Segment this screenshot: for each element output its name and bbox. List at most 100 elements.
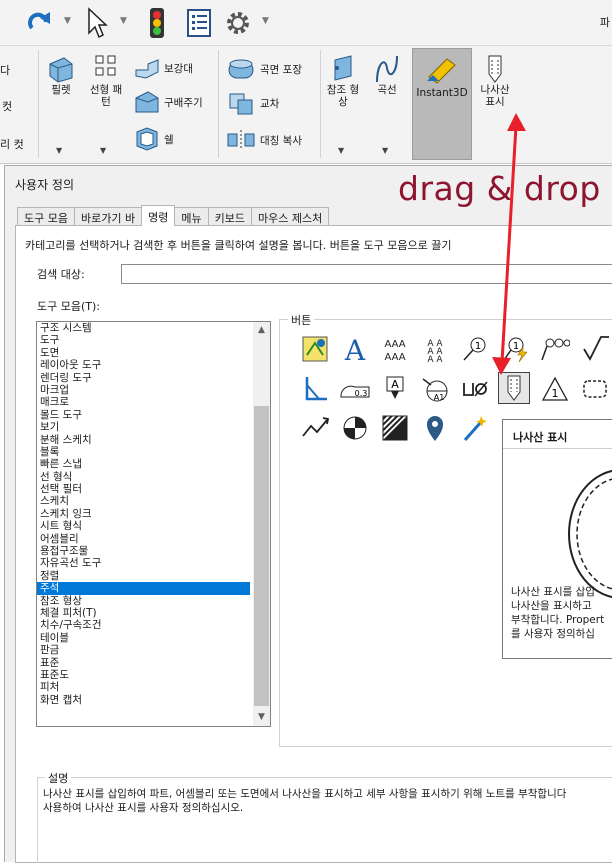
tab-mouse-gestures[interactable]: 마우스 제스처 <box>250 207 330 226</box>
rebuild-traffic-light-icon[interactable] <box>144 6 170 40</box>
surface-finish-button[interactable] <box>579 333 611 365</box>
category-list-item[interactable]: 정렬 <box>37 570 250 582</box>
category-list-item[interactable]: 레이아웃 도구 <box>37 359 250 371</box>
category-list-item[interactable]: 마크업 <box>37 384 250 396</box>
category-list-item[interactable]: 구조 시스템 <box>37 322 250 334</box>
select-pointer-icon[interactable] <box>84 6 110 40</box>
category-list-item[interactable]: 표준도 <box>37 669 250 681</box>
category-list-item[interactable]: 자유곡선 도구 <box>37 557 250 569</box>
options-dropdown-icon[interactable]: ▼ <box>262 16 269 26</box>
category-list-item[interactable]: 보기 <box>37 421 250 433</box>
category-list-item[interactable]: 선 형식 <box>37 471 250 483</box>
category-list-item[interactable]: 표준 <box>37 657 250 669</box>
weld-symbol-button[interactable]: 1 <box>539 373 571 405</box>
ribbon-partial-label-1[interactable]: 다 <box>0 62 10 78</box>
file-properties-icon[interactable] <box>184 8 214 38</box>
category-list-item[interactable]: 몰드 도구 <box>37 409 250 421</box>
svg-text:A1: A1 <box>434 393 445 402</box>
fillet-dropdown-icon[interactable]: ▼ <box>56 146 62 155</box>
rib-icon <box>135 59 159 79</box>
category-scrollbar[interactable]: ▲ ▼ <box>253 322 270 726</box>
tab-toolbars[interactable]: 도구 모음 <box>17 207 75 226</box>
category-list-item[interactable]: 피처 <box>37 681 250 693</box>
tab-keyboard[interactable]: 키보드 <box>207 207 252 226</box>
location-pin-button[interactable] <box>419 412 451 444</box>
thread-display-ribbon-button[interactable]: 나사산 표시 <box>476 54 514 108</box>
surface-wrap-button[interactable]: 곡면 포장 <box>226 56 302 82</box>
note-button[interactable]: A <box>339 333 371 365</box>
category-list-item[interactable]: 테이블 <box>37 632 250 644</box>
category-list-item[interactable]: 스케치 잉크 <box>37 508 250 520</box>
dialog-title: 사용자 정의 <box>15 178 75 192</box>
magnetic-line-button[interactable] <box>299 412 331 444</box>
reference-geometry-button[interactable]: 참조 형 상 <box>322 54 364 108</box>
category-list-item[interactable]: 빠른 스냅 <box>37 458 250 470</box>
reference-geometry-dropdown-icon[interactable]: ▼ <box>338 146 344 155</box>
datum-target-icon: 0.3 <box>340 385 370 398</box>
auto-balloon-lightning-button[interactable]: 1 <box>499 333 531 365</box>
curves-dropdown-icon[interactable]: ▼ <box>382 146 388 155</box>
svg-text:AAA: AAA <box>384 352 405 363</box>
smart-dimension-button[interactable] <box>459 412 491 444</box>
geometric-tolerance-button[interactable]: A <box>379 373 411 405</box>
linear-note-pattern-button[interactable]: AAA AAA <box>379 333 411 365</box>
category-list-item[interactable]: 도구 <box>37 334 250 346</box>
tab-shortcut-bar[interactable]: 바로가기 바 <box>73 207 143 226</box>
category-list-item[interactable]: 도면 <box>37 347 250 359</box>
scroll-down-icon[interactable]: ▼ <box>253 709 270 726</box>
rib-button[interactable]: 보강대 <box>134 56 193 80</box>
intersect-button[interactable]: 교차 <box>226 90 279 116</box>
category-list-item[interactable]: 참조 형상 <box>37 595 250 607</box>
category-list[interactable]: 구조 시스템 도구 도면 레이아웃 도구 렌더링 도구 마크업 매크로 몰드 도구 보기 분해 스… <box>36 321 271 727</box>
datum-target-symbol-button[interactable]: A1 <box>419 373 451 405</box>
category-list-item[interactable]: 치수/구속조건 <box>37 619 250 631</box>
area-hatch-button[interactable] <box>379 412 411 444</box>
circular-note-pattern-button[interactable]: A AA AA A <box>419 333 451 365</box>
category-list-item[interactable]: 어셈블리 <box>37 533 250 545</box>
note-icon: A <box>344 334 366 364</box>
datum-target-button[interactable]: 0.3 <box>339 373 371 405</box>
tab-menus[interactable]: 메뉴 <box>174 207 209 226</box>
mirror-button[interactable]: 대칭 복사 <box>226 128 302 152</box>
category-list-item[interactable]: 블록 <box>37 446 250 458</box>
category-list-item[interactable]: 시트 형식 <box>37 520 250 532</box>
select-dropdown-icon[interactable]: ▼ <box>120 16 127 26</box>
thread-display-button[interactable] <box>498 372 530 404</box>
curves-button[interactable]: 곡선 <box>368 54 406 96</box>
category-list-item[interactable]: 렌더링 도구 <box>37 372 250 384</box>
redo-icon[interactable] <box>24 8 56 38</box>
fillet-button[interactable]: 필렛 <box>44 54 78 96</box>
datum-feature-button[interactable] <box>299 373 331 405</box>
revision-cloud-button[interactable] <box>579 373 611 405</box>
ribbon-partial-label-2[interactable]: 컷 <box>2 98 12 114</box>
linear-pattern-dropdown-icon[interactable]: ▼ <box>100 146 106 155</box>
thread-display-icon <box>507 375 521 401</box>
surface-finish-icon <box>583 336 609 361</box>
search-input[interactable] <box>121 264 612 284</box>
tab-commands[interactable]: 명령 <box>141 205 176 226</box>
category-list-item[interactable]: 스케치 <box>37 495 250 507</box>
category-list-item[interactable]: 화면 캡처 <box>37 694 250 706</box>
category-list-item[interactable]: 용접구조물 <box>37 545 250 557</box>
hole-callout-button[interactable] <box>459 373 491 405</box>
category-list-item[interactable]: 판금 <box>37 644 250 656</box>
stacked-balloon-button[interactable] <box>539 333 571 365</box>
category-list-item[interactable]: 매크로 <box>37 396 250 408</box>
ribbon-partial-label-3[interactable]: 리 컷 <box>0 136 24 152</box>
scrollbar-thumb[interactable] <box>254 406 269 706</box>
category-list-item[interactable]: 주석 <box>37 582 250 595</box>
autoballoon-button[interactable] <box>299 333 331 365</box>
shell-button[interactable]: 쉘 <box>134 126 174 152</box>
instant3d-button[interactable]: Instant3D <box>412 48 472 160</box>
datum-feature-icon <box>305 377 327 401</box>
gear-icon[interactable] <box>222 8 254 38</box>
category-list-item[interactable]: 체결 피처(T) <box>37 607 250 619</box>
dome-button[interactable]: 구배주기 <box>134 90 203 114</box>
scroll-up-icon[interactable]: ▲ <box>253 322 270 339</box>
category-list-item[interactable]: 선택 필터 <box>37 483 250 495</box>
linear-pattern-button[interactable]: 선형 패 턴 <box>84 54 128 108</box>
redo-dropdown-icon[interactable]: ▼ <box>64 16 71 26</box>
category-list-item[interactable]: 분해 스케치 <box>37 434 250 446</box>
balloon-button[interactable]: 1 <box>459 333 491 365</box>
center-mark-button[interactable] <box>339 412 371 444</box>
